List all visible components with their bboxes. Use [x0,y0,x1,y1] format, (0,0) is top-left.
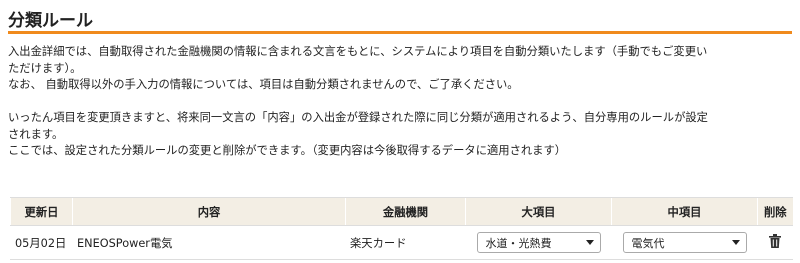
description-line: 入出金詳細では、自動取得された金融機関の情報に含まれる文言をもとに、システムによ… [8,45,708,58]
description-line: ただけます）。 [8,61,82,75]
row-date: 05月02日 [10,225,73,260]
column-header-institution: 金融機関 [345,197,466,226]
description-line: なお、 自動取得以外の手入力の情報については、項目は自動分類されませんので、ご了… [8,78,519,91]
column-header-date: 更新日 [10,197,73,226]
major-category-value: 水道・光熱費 [485,236,552,250]
column-header-middle-category: 中項目 [611,197,758,226]
column-header-content: 内容 [72,197,346,226]
middle-category-value: 電気代 [631,236,665,250]
description-line: ここでは、設定された分類ルールの変更と削除ができます。（変更内容は今後取得するデ… [8,144,567,157]
row-content: ENEOSPower電気 [72,225,346,260]
major-category-cell: 水道・光熱費 [465,225,612,260]
trash-icon[interactable] [769,234,782,251]
row-institution: 楽天カード [345,225,466,260]
table-row: 05月02日 ENEOSPower電気 楽天カード 水道・光熱費 電気代 [10,225,793,260]
description-line: いったん項目を変更頂きますと、将来同一文言の「内容」の入出金が登録された際に同じ… [8,111,708,124]
classification-rules-page: 分類ルール 入出金詳細では、自動取得された金融機関の情報に含まれる文言をもとに、… [0,0,800,263]
chevron-down-icon [585,240,594,245]
column-header-major-category: 大項目 [465,197,612,226]
chevron-down-icon [731,240,740,245]
delete-cell [757,225,793,260]
major-category-select[interactable]: 水道・光熱費 [476,232,601,253]
column-header-delete: 削除 [757,197,793,226]
description: 入出金詳細では、自動取得された金融機関の情報に含まれる文言をもとに、システムによ… [8,44,792,160]
description-line: されます。 [8,127,64,141]
page-title: 分類ルール [8,11,93,31]
middle-category-select[interactable]: 電気代 [622,232,747,253]
rules-table: 更新日 内容 金融機関 大項目 中項目 削除 05月02日 ENEOSPower… [10,197,793,260]
table-header-row: 更新日 内容 金融機関 大項目 中項目 削除 [10,197,793,226]
section-header: 分類ルール [8,4,792,34]
middle-category-cell: 電気代 [611,225,758,260]
